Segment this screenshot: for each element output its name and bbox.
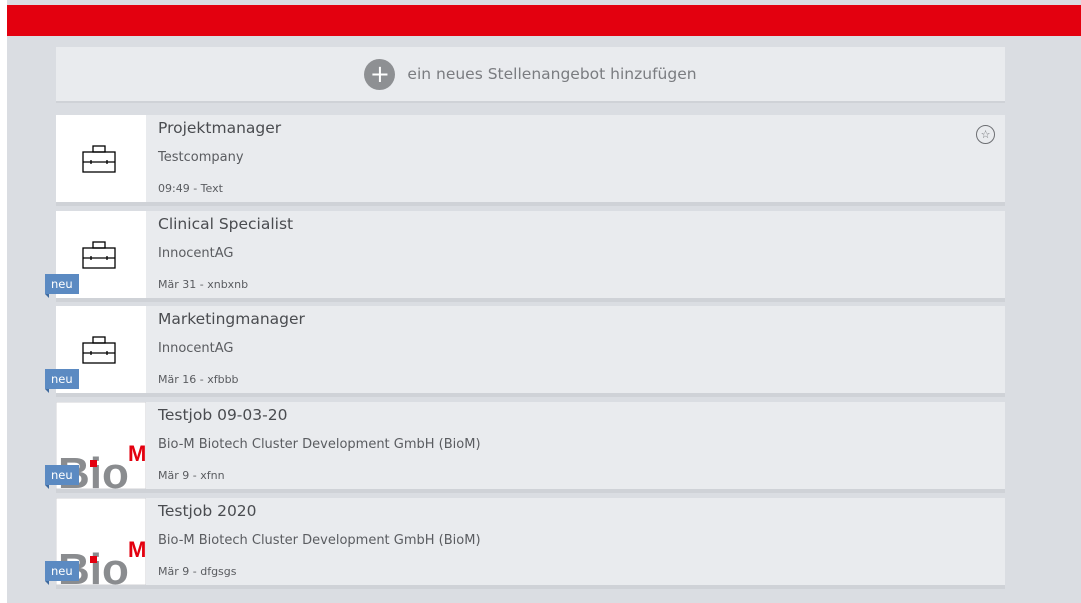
job-list-item[interactable]: Projektmanager Testcompany 09:49 - Text …	[56, 115, 1005, 206]
plus-icon: +	[364, 58, 396, 90]
job-meta: Mär 9 - dfgsgs	[158, 565, 237, 578]
svg-text:M: M	[128, 537, 146, 562]
job-title[interactable]: Testjob 09-03-20	[158, 406, 287, 424]
job-title[interactable]: Clinical Specialist	[158, 215, 293, 233]
new-badge: neu	[45, 561, 79, 585]
left-margin	[0, 0, 7, 603]
job-company: InnocentAG	[158, 246, 234, 261]
job-meta: Mär 16 - xfbbb	[158, 373, 239, 386]
job-company: Testcompany	[158, 150, 244, 165]
new-badge: neu	[45, 465, 79, 489]
job-meta: 09:49 - Text	[158, 182, 223, 195]
new-badge: neu	[45, 369, 79, 393]
briefcase-icon	[82, 145, 116, 173]
job-company: Bio-M Biotech Cluster Development GmbH (…	[158, 437, 481, 452]
job-list-item[interactable]: neu Marketingmanager InnocentAG Mär 16 -…	[45, 306, 1005, 397]
add-job-offer-label: ein neues Stellenangebot hinzufügen	[407, 65, 697, 83]
add-job-offer-button[interactable]: + ein neues Stellenangebot hinzufügen	[56, 47, 1005, 103]
job-title[interactable]: Testjob 2020	[158, 502, 257, 520]
briefcase-icon	[82, 241, 116, 269]
job-meta: Mär 31 - xnbxnb	[158, 278, 249, 291]
briefcase-icon	[82, 336, 116, 364]
job-meta: Mär 9 - xfnn	[158, 469, 225, 482]
job-company: Bio-M Biotech Cluster Development GmbH (…	[158, 533, 481, 548]
job-list-item[interactable]: Bio M neu Testjob 09-03-20 Bio-M Biotech…	[45, 402, 1005, 493]
star-icon[interactable]: ☆	[976, 125, 995, 144]
job-title[interactable]: Projektmanager	[158, 119, 281, 137]
job-list-item[interactable]: neu Clinical Specialist InnocentAG Mär 3…	[45, 211, 1005, 302]
new-badge: neu	[45, 274, 79, 298]
top-bar	[7, 5, 1081, 36]
job-title[interactable]: Marketingmanager	[158, 310, 305, 328]
job-logo	[56, 115, 146, 202]
job-list-item[interactable]: Bio M neu Testjob 2020 Bio-M Biotech Clu…	[45, 498, 1005, 589]
job-company: InnocentAG	[158, 341, 234, 356]
svg-text:M: M	[128, 441, 146, 466]
